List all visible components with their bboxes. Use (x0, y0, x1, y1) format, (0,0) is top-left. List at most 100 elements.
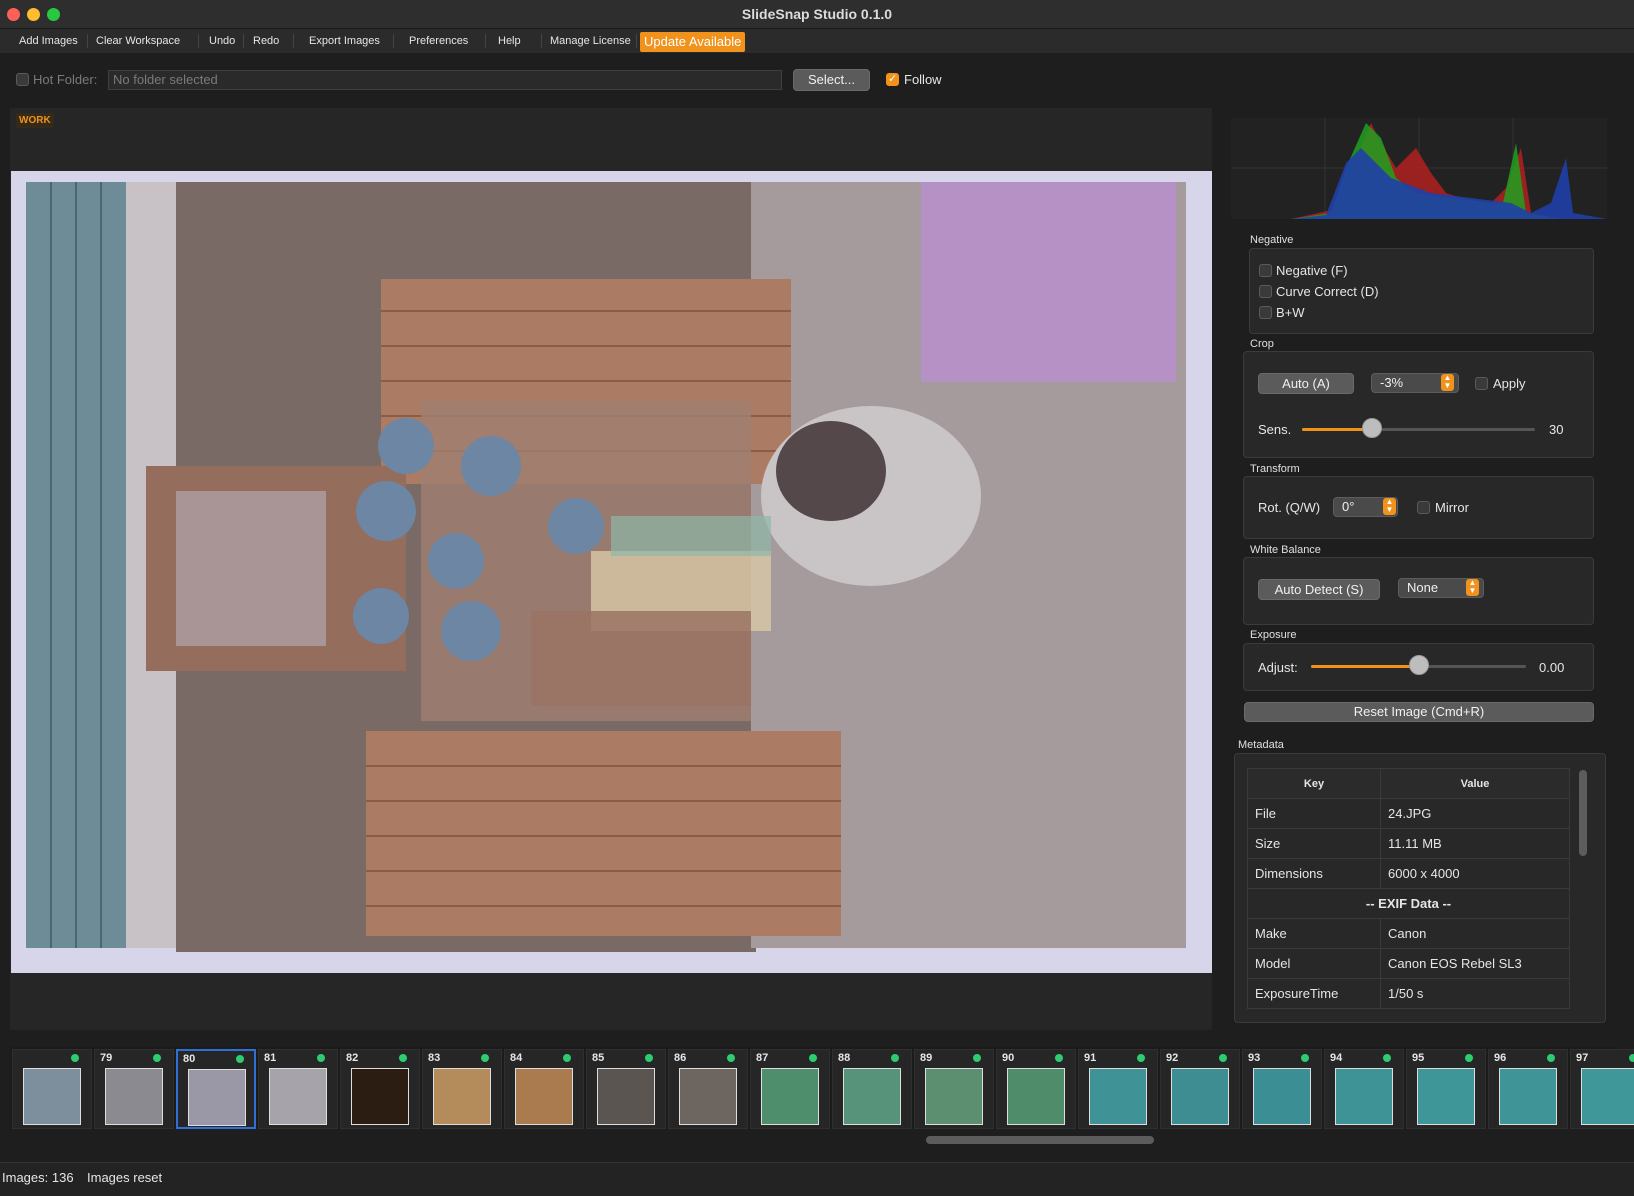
negative-photo-image (11, 171, 1212, 973)
wb-preset-value: None (1407, 580, 1439, 595)
rotation-stepper-arrows-icon[interactable]: ▲ ▼ (1383, 498, 1396, 515)
white-balance-group-title: White Balance (1250, 544, 1321, 556)
thumbnail-image (761, 1068, 819, 1125)
filmstrip-thumbnail[interactable]: 84 (504, 1049, 584, 1129)
filmstrip-thumbnail[interactable]: 86 (668, 1049, 748, 1129)
redo-button[interactable]: Redo (245, 29, 287, 53)
table-row[interactable]: Size 11.11 MB (1247, 828, 1570, 859)
crop-apply-checkbox[interactable] (1475, 377, 1488, 390)
window-title: SlideSnap Studio 0.1.0 (741, 6, 893, 22)
thumbnail-number: 82 (346, 1052, 359, 1064)
table-row[interactable]: ExposureTime 1/50 s (1247, 978, 1570, 1009)
filmstrip-scrollbar[interactable] (926, 1136, 1154, 1144)
metadata-value: 11.11 MB (1380, 828, 1570, 859)
hot-folder-checkbox[interactable] (16, 73, 29, 86)
metadata-key-header[interactable]: Key (1247, 768, 1381, 799)
table-row[interactable]: File 24.JPG (1247, 798, 1570, 829)
metadata-key: File (1247, 798, 1381, 829)
thumbnail-status-dot (1219, 1054, 1227, 1062)
thumbnail-number: 85 (592, 1052, 605, 1064)
thumbnail-image (351, 1068, 409, 1125)
add-images-button[interactable]: Add Images (11, 29, 86, 53)
filmstrip-thumbnail[interactable]: 82 (340, 1049, 420, 1129)
thumbnail-number: 94 (1330, 1052, 1343, 1064)
filmstrip-thumbnail[interactable]: 94 (1324, 1049, 1404, 1129)
filmstrip-thumbnail[interactable]: 87 (750, 1049, 830, 1129)
negative-option-label: Negative (F) (1276, 263, 1348, 278)
thumbnail-number: 89 (920, 1052, 933, 1064)
exposure-adjust-label: Adjust: (1258, 660, 1298, 675)
auto-detect-wb-button[interactable]: Auto Detect (S) (1258, 579, 1380, 600)
crop-group (1243, 351, 1594, 458)
update-available-button[interactable]: Update Available (640, 32, 746, 52)
menu-divider (198, 34, 199, 48)
filmstrip-thumbnail[interactable]: 95 (1406, 1049, 1486, 1129)
crop-stepper-arrows-icon[interactable]: ▲ ▼ (1441, 374, 1454, 391)
mirror-checkbox[interactable] (1417, 501, 1430, 514)
filmstrip-thumbnail[interactable]: 90 (996, 1049, 1076, 1129)
sens-slider-handle[interactable] (1361, 418, 1382, 438)
reset-image-button[interactable]: Reset Image (Cmd+R) (1244, 702, 1594, 722)
thumbnail-number: 91 (1084, 1052, 1097, 1064)
crop-apply-label: Apply (1493, 376, 1526, 391)
select-folder-button[interactable]: Select... (793, 69, 870, 91)
metadata-value: 6000 x 4000 (1380, 858, 1570, 889)
filmstrip-thumbnail[interactable]: 97 (1570, 1049, 1634, 1129)
filmstrip-thumbnail[interactable]: 80 (176, 1049, 256, 1129)
thumbnail-status-dot (481, 1054, 489, 1062)
negative-checkbox[interactable] (1259, 264, 1272, 277)
metadata-scrollbar[interactable] (1579, 770, 1587, 856)
filmstrip-thumbnail[interactable]: 85 (586, 1049, 666, 1129)
filmstrip-thumbnail[interactable]: 79 (94, 1049, 174, 1129)
table-row[interactable]: Model Canon EOS Rebel SL3 (1247, 948, 1570, 979)
filmstrip-thumbnail[interactable]: 91 (1078, 1049, 1158, 1129)
exposure-group-title: Exposure (1250, 629, 1297, 641)
hot-folder-path-field[interactable]: No folder selected (108, 70, 782, 90)
follow-label: Follow (904, 72, 942, 87)
metadata-value-header[interactable]: Value (1380, 768, 1570, 799)
image-count-status: Images: 136 (2, 1170, 74, 1185)
table-row[interactable]: -- EXIF Data -- (1247, 888, 1570, 919)
metadata-value: Canon EOS Rebel SL3 (1380, 948, 1570, 979)
metadata-group-title: Metadata (1238, 739, 1284, 751)
thumbnail-status-dot (236, 1055, 244, 1063)
preferences-button[interactable]: Preferences (401, 29, 476, 53)
thumbnail-number: 87 (756, 1052, 769, 1064)
export-images-button[interactable]: Export Images (301, 29, 388, 53)
filmstrip-thumbnail[interactable]: 81 (258, 1049, 338, 1129)
thumbnail-status-dot (317, 1054, 325, 1062)
thumbnail-image (188, 1069, 246, 1126)
wb-select-arrows-icon[interactable]: ▲ ▼ (1466, 579, 1479, 596)
filmstrip-thumbnail[interactable]: 88 (832, 1049, 912, 1129)
sens-slider-track[interactable] (1302, 428, 1535, 431)
undo-button[interactable]: Undo (201, 29, 243, 53)
filmstrip-thumbnail[interactable]: 92 (1160, 1049, 1240, 1129)
thumbnail-image (1417, 1068, 1475, 1125)
thumbnail-image (679, 1068, 737, 1125)
thumbnail-status-dot (973, 1054, 981, 1062)
manage-license-button[interactable]: Manage License (542, 29, 639, 53)
thumbnail-number: 88 (838, 1052, 851, 1064)
metadata-table: Key Value File 24.JPG Size 11.11 MB Dime… (1247, 768, 1570, 1009)
curve-correct-checkbox[interactable] (1259, 285, 1272, 298)
filmstrip-thumbnail[interactable]: 89 (914, 1049, 994, 1129)
table-row[interactable]: Dimensions 6000 x 4000 (1247, 858, 1570, 889)
thumbnail-status-dot (563, 1054, 571, 1062)
mirror-label: Mirror (1435, 500, 1469, 515)
hot-folder-label: Hot Folder: (33, 72, 98, 87)
bw-checkbox[interactable] (1259, 306, 1272, 319)
filmstrip-thumbnail[interactable]: 83 (422, 1049, 502, 1129)
clear-workspace-button[interactable]: Clear Workspace (88, 29, 188, 53)
filmstrip-thumbnail[interactable]: 93 (1242, 1049, 1322, 1129)
auto-crop-button[interactable]: Auto (A) (1258, 373, 1354, 394)
filmstrip-thumbnail[interactable]: 96 (1488, 1049, 1568, 1129)
exposure-slider-handle[interactable] (1408, 655, 1429, 675)
thumbnail-number: 95 (1412, 1052, 1425, 1064)
negative-photo-preview[interactable] (11, 171, 1212, 973)
help-button[interactable]: Help (490, 29, 529, 53)
table-row[interactable]: Make Canon (1247, 918, 1570, 949)
filmstrip-thumbnail[interactable] (12, 1049, 92, 1129)
rotation-value: 0° (1342, 499, 1355, 514)
follow-checkbox[interactable] (886, 72, 899, 86)
thumbnail-image (597, 1068, 655, 1125)
